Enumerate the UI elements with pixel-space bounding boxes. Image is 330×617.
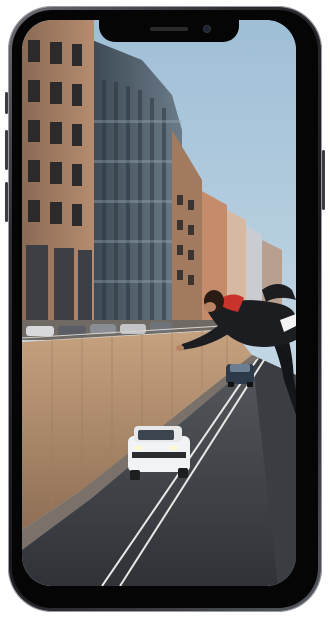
phone-bezel (12, 10, 318, 608)
dark-car (226, 364, 254, 387)
phone-frame (8, 6, 322, 612)
left-building (22, 20, 94, 340)
white-suv (128, 426, 190, 480)
phone-screen (22, 20, 296, 586)
notch (99, 20, 239, 42)
front-camera-icon (203, 25, 211, 33)
earpiece-speaker (150, 27, 188, 31)
power-button[interactable] (322, 150, 325, 210)
photo-scene (22, 20, 296, 586)
